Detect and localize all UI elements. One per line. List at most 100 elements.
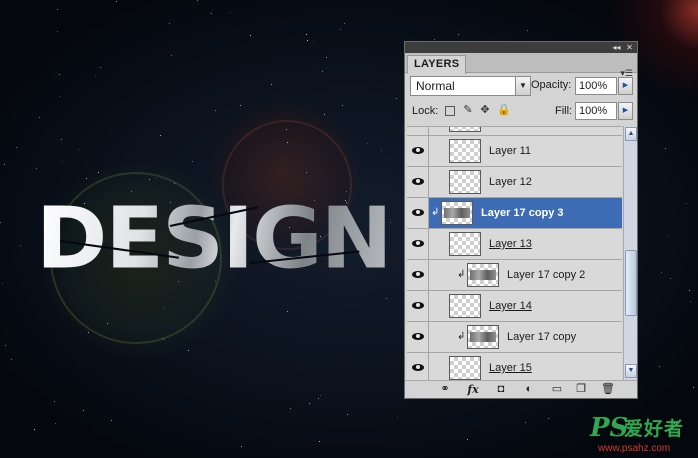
star (5, 345, 6, 346)
star (100, 67, 101, 68)
eye-icon[interactable] (412, 364, 424, 371)
layer-thumbnail (449, 232, 481, 256)
star (548, 418, 549, 419)
layer-row-selected[interactable]: ↲ Layer 17 copy 3 (407, 198, 622, 229)
fill-field[interactable]: 100% (575, 102, 617, 120)
link-layers-icon[interactable]: ⚭ (437, 383, 453, 396)
lock-transparency-icon[interactable] (445, 106, 455, 116)
star (160, 135, 161, 136)
opacity-slider-button[interactable]: ▶ (618, 77, 633, 95)
star (381, 150, 382, 151)
visibility-toggle[interactable] (407, 198, 429, 228)
tab-layers[interactable]: LAYERS (407, 55, 467, 74)
layer-row[interactable]: Layer 12 (407, 167, 622, 198)
star (659, 366, 660, 367)
eye-icon[interactable] (412, 147, 424, 154)
layer-row[interactable] (407, 127, 622, 136)
visibility-toggle[interactable] (407, 353, 429, 380)
star (342, 105, 343, 106)
close-panel-icon[interactable]: ✕ (624, 42, 635, 53)
visibility-toggle[interactable] (407, 229, 429, 259)
delete-layer-icon[interactable]: 🗑 (600, 383, 616, 396)
star (169, 23, 170, 24)
fill-slider-button[interactable]: ▶ (618, 102, 633, 120)
new-group-icon[interactable]: ▭ (549, 383, 565, 396)
layer-row[interactable]: Layer 13 (407, 229, 622, 260)
lock-position-icon[interactable]: ✥ (479, 104, 491, 116)
layer-name: Layer 11 (489, 145, 531, 157)
layers-scrollbar[interactable]: ▲ ▼ (623, 126, 637, 380)
opacity-field[interactable]: 100% (575, 77, 617, 95)
fx-icon[interactable]: fx (465, 383, 481, 396)
star (16, 147, 17, 148)
star (319, 441, 320, 442)
eye-icon[interactable] (412, 209, 424, 216)
star (286, 129, 287, 130)
eye-icon[interactable] (412, 333, 424, 340)
watermark-chinese: 爱好者 (624, 419, 685, 440)
layer-thumbnail (449, 139, 481, 163)
star (171, 55, 172, 56)
star (59, 74, 60, 75)
scroll-down-icon[interactable]: ▼ (625, 364, 637, 378)
star (525, 422, 526, 423)
opacity-value: 100% (579, 80, 608, 92)
layer-thumbnail (449, 170, 481, 194)
eye-icon[interactable] (412, 240, 424, 247)
chevron-down-icon[interactable]: ▼ (515, 77, 530, 95)
site-watermark: PS 爱好者 www.psahz.com (590, 412, 696, 456)
lock-image-icon[interactable]: ✎ (462, 104, 474, 116)
eye-icon[interactable] (412, 302, 424, 309)
star (467, 439, 468, 440)
star (111, 420, 112, 421)
layer-row[interactable]: Layer 11 (407, 136, 622, 167)
star (670, 278, 671, 279)
watermark-url: www.psahz.com (598, 443, 671, 454)
lock-all-icon[interactable]: 🔒 (497, 104, 511, 116)
visibility-toggle[interactable] (407, 136, 429, 166)
star (322, 71, 323, 72)
collapse-panel-icon[interactable]: ◂◂ (611, 42, 622, 53)
layer-name: Layer 12 (489, 176, 532, 188)
blend-mode-select[interactable]: Normal ▼ (410, 76, 531, 96)
design-headline: DESIGN (36, 190, 393, 288)
layer-thumbnail (449, 356, 481, 380)
star (162, 338, 163, 339)
layer-row[interactable]: Layer 14 (407, 291, 622, 322)
star (271, 84, 272, 85)
visibility-toggle[interactable] (407, 260, 429, 290)
visibility-toggle[interactable] (407, 167, 429, 197)
adjustment-layer-icon[interactable]: ◐ (521, 383, 537, 396)
star (11, 359, 12, 360)
watermark-logo: PS (590, 413, 629, 443)
layer-row[interactable]: ↲ Layer 17 copy 2 (407, 260, 622, 291)
star (367, 143, 368, 144)
star (313, 41, 314, 42)
star (83, 410, 84, 411)
star (665, 148, 666, 149)
scroll-thumb[interactable] (625, 250, 637, 316)
layer-name: Layer 17 copy (507, 331, 577, 343)
panel-tab-row: LAYERS ▾☰ (405, 53, 637, 78)
star (306, 34, 307, 35)
new-layer-icon[interactable]: ❐ (573, 383, 589, 396)
star (174, 183, 175, 184)
eye-icon[interactable] (412, 271, 424, 278)
visibility-toggle[interactable] (407, 127, 429, 135)
star (287, 142, 288, 143)
eye-icon[interactable] (412, 178, 424, 185)
layer-name: Layer 14 (489, 300, 532, 312)
star (344, 23, 345, 24)
layer-row[interactable]: Layer 15 (407, 353, 622, 380)
star (287, 311, 288, 312)
star (34, 429, 35, 430)
add-mask-icon[interactable]: ◘ (493, 383, 509, 396)
layer-row[interactable]: ↲ Layer 17 copy (407, 322, 622, 353)
scroll-up-icon[interactable]: ▲ (625, 127, 637, 141)
star (20, 245, 21, 246)
visibility-toggle[interactable] (407, 322, 429, 352)
star (149, 179, 150, 180)
star (197, 0, 198, 1)
visibility-toggle[interactable] (407, 291, 429, 321)
star (36, 168, 37, 169)
